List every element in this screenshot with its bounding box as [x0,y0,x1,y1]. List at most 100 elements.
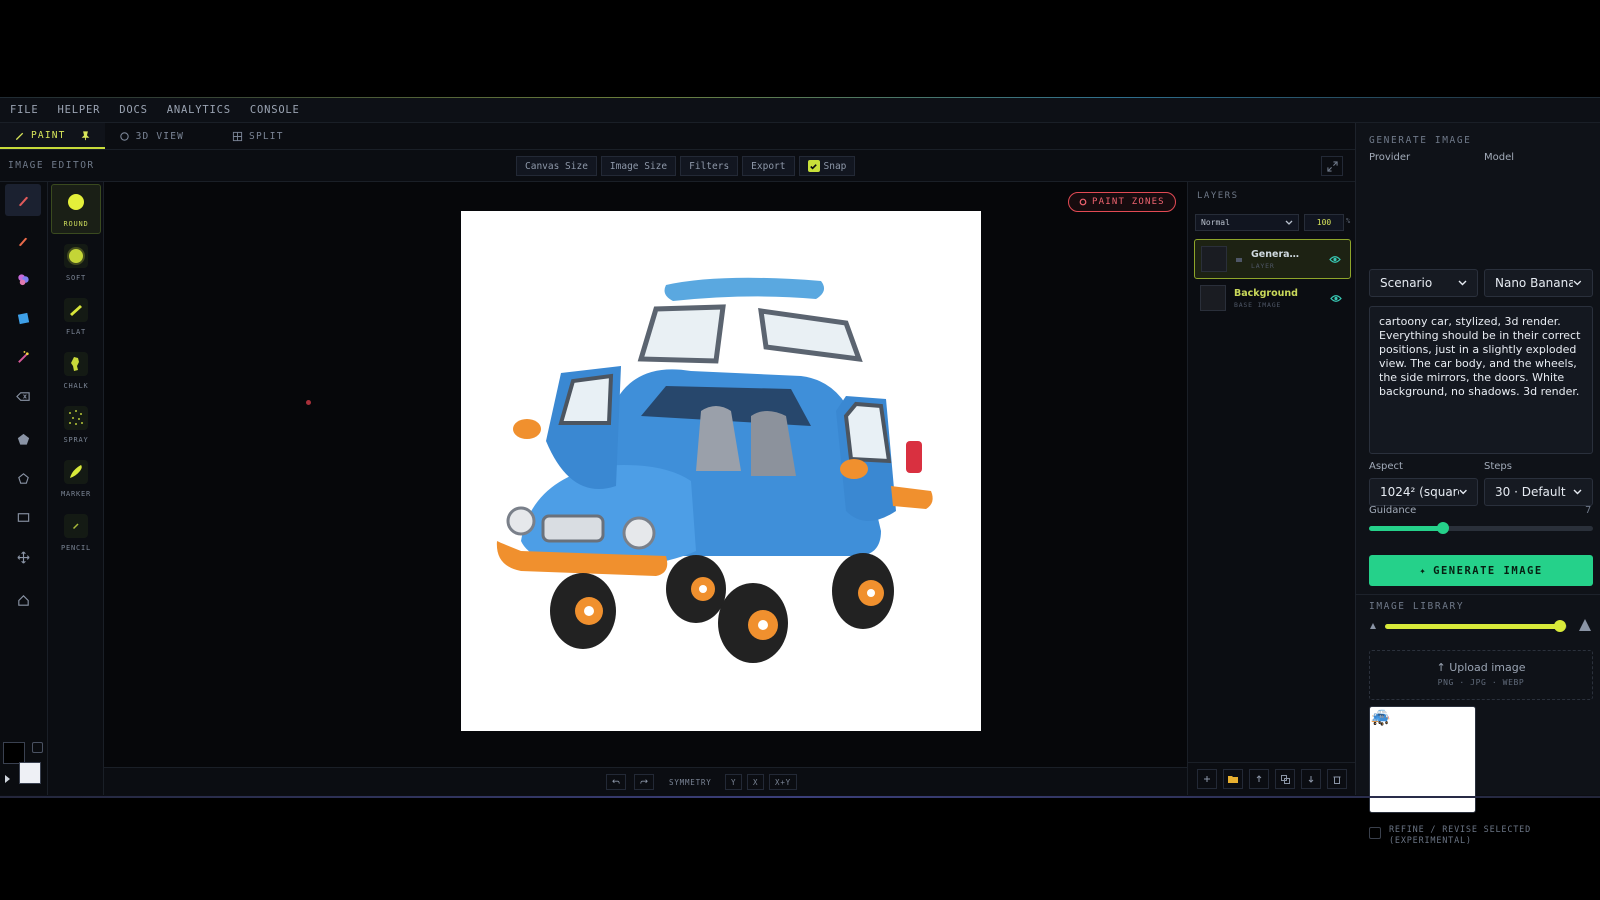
tool-blend[interactable] [5,263,41,295]
layer-thumbnail [1201,246,1227,272]
brush-chalk[interactable]: CHALK [51,346,101,396]
guidance-slider-fill [1369,526,1443,531]
foreground-color-swatch[interactable] [3,742,25,764]
layer-subtitle: LAYER [1251,261,1275,270]
model-select[interactable]: Nano Banana [1484,269,1593,297]
guidance-slider[interactable] [1369,522,1593,534]
expand-button[interactable] [1321,156,1343,176]
thumbnail-size-handle[interactable] [1554,620,1566,632]
menu-console[interactable]: CONSOLE [250,104,300,116]
tool-move[interactable] [5,541,41,573]
brush-pencil-label: PENCIL [60,544,92,552]
image-size-button[interactable]: Image Size [600,156,677,176]
background-color-swatch[interactable] [19,762,41,784]
delete-layer-button[interactable] [1327,769,1347,789]
generate-button-label: GENERATE IMAGE [1433,564,1543,577]
refine-checkbox[interactable] [1369,827,1381,839]
snap-toggle[interactable]: Snap [798,156,856,176]
canvas-viewport[interactable]: PAINT ZONES [104,182,1187,767]
aspect-select[interactable]: 1024² (square [1369,478,1478,506]
brush-soft[interactable]: SOFT [51,238,101,288]
grid-icon [232,131,243,141]
guidance-label: Guidance [1369,505,1417,516]
paint-canvas[interactable] [461,211,981,731]
brush-flat[interactable]: FLAT [51,292,101,342]
export-button[interactable]: Export [742,156,795,176]
blend-mode-value: Normal [1201,218,1230,227]
refine-option[interactable]: REFINE / REVISE SELECTED (EXPERIMENTAL) [1369,825,1549,847]
layer-lock-icon[interactable] [1235,255,1243,263]
expand-icon [1326,160,1338,172]
upload-dropzone[interactable]: ↑ Upload image PNG · JPG · WEBP [1369,650,1593,700]
brush-icon [15,132,24,140]
undo-button[interactable] [606,774,626,790]
pentagon-icon [17,472,29,484]
pin-icon [81,130,89,140]
sparkle-icon: ✦ [1419,564,1428,577]
menu-docs[interactable]: DOCS [119,104,148,116]
thumbnail-size-fill [1385,624,1560,629]
menu-helper[interactable]: HELPER [58,104,101,116]
car-thumbnail-image [1370,707,1476,813]
duplicate-layer-button[interactable] [1275,769,1295,789]
target-icon [1079,198,1087,206]
marker-brush-icon [64,460,88,484]
swap-colors-icon[interactable] [32,742,43,753]
brush-pencil[interactable]: PENCIL [51,508,101,558]
divider [1356,594,1600,595]
thumbnail-size-slider[interactable] [1385,620,1567,632]
symmetry-xy-button[interactable]: X+Y [769,774,797,790]
tool-rectangle[interactable] [5,501,41,533]
opacity-input[interactable]: 100 [1304,214,1344,231]
layer-thumbnail [1200,285,1226,311]
tab-paint[interactable]: PAINT [0,123,105,149]
layers-panel: LAYERS Normal 100 % Genera… LAYER Backgr… [1187,182,1356,795]
flat-brush-icon [64,298,88,322]
plus-icon [1204,776,1210,782]
tool-brush[interactable] [5,184,41,216]
brush-marker[interactable]: MARKER [51,454,101,504]
home-icon [17,594,29,606]
canvas-size-button[interactable]: Canvas Size [516,156,597,176]
guidance-value: 7 [1585,505,1592,516]
library-thumbnail[interactable] [1369,706,1476,813]
guidance-slider-handle[interactable] [1437,522,1449,534]
move-layer-down-button[interactable] [1301,769,1321,789]
tab-split[interactable]: SPLIT [218,123,298,149]
layer-item-background[interactable]: Background BASE IMAGE [1194,278,1351,318]
paint-zones-button[interactable]: PAINT ZONES [1068,192,1176,212]
eye-icon[interactable] [1329,255,1341,264]
blend-mode-select[interactable]: Normal [1195,214,1299,231]
eye-icon[interactable] [1330,294,1342,303]
snap-label: Snap [823,160,847,172]
steps-select[interactable]: 30 · Default [1484,478,1593,506]
brush-round[interactable]: ROUND [51,184,101,234]
color-arrow-icon [5,775,10,783]
generate-image-button[interactable]: ✦ GENERATE IMAGE [1369,555,1593,586]
brush-spray[interactable]: SPRAY [51,400,101,450]
redo-button[interactable] [634,774,654,790]
menu-file[interactable]: FILE [10,104,39,116]
folder-button[interactable] [1223,769,1243,789]
layer-item-generated[interactable]: Genera… LAYER [1194,239,1351,279]
tool-polygon[interactable] [5,423,41,455]
fill-icon [17,312,29,324]
symmetry-y-button[interactable]: Y [725,774,743,790]
prompt-textarea[interactable]: cartoony car, stylized, 3d render. Every… [1369,306,1593,454]
filters-button[interactable]: Filters [680,156,739,176]
eraser-icon [15,391,30,401]
tool-fill[interactable] [5,302,41,334]
steps-label: Steps [1484,461,1512,472]
app-window: FILE HELPER DOCS ANALYTICS CONSOLE PAINT… [0,97,1600,846]
tool-polygon-outline[interactable] [5,462,41,494]
tool-eraser[interactable] [5,380,41,412]
menu-analytics[interactable]: ANALYTICS [167,104,231,116]
symmetry-x-button[interactable]: X [747,774,765,790]
tab-3d-view[interactable]: 3D VIEW [105,123,198,149]
provider-select[interactable]: Scenario [1369,269,1478,297]
tool-home[interactable] [5,584,41,616]
tool-magic-wand[interactable] [5,341,41,373]
tool-pen[interactable] [5,224,41,256]
add-layer-button[interactable] [1197,769,1217,789]
move-layer-up-button[interactable] [1249,769,1269,789]
